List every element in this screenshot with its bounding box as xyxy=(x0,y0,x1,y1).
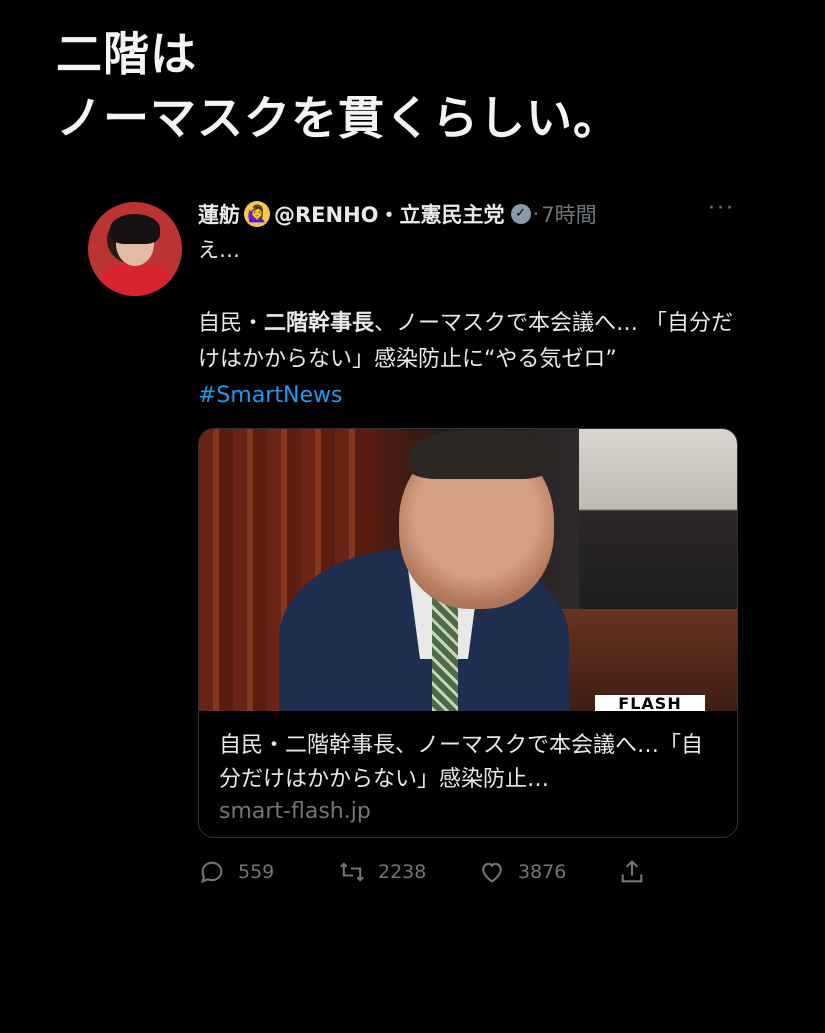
raising-hand-emoji: 🙋‍♀️ xyxy=(244,201,270,227)
hashtag-link[interactable]: #SmartNews xyxy=(198,383,342,408)
card-info: 自民・二階幹事長、ノーマスクで本会議へ…「自分だけはかからない」感染防止… sm… xyxy=(199,711,737,824)
flash-watermark: FLASH xyxy=(595,695,705,711)
card-title: 自民・二階幹事長、ノーマスクで本会議へ…「自分だけはかからない」感染防止… xyxy=(219,733,704,792)
link-card[interactable]: FLASH 自民・二階幹事長、ノーマスクで本会議へ…「自分だけはかからない」感染… xyxy=(198,428,738,838)
card-domain: smart-flash.jp xyxy=(219,799,371,824)
like-count: 3876 xyxy=(518,861,567,883)
tweet-body: 蓮舫 🙋‍♀️ @RENHO・立憲民主党 ✓ · 7時間 ··· え… 自民・二… xyxy=(198,196,743,414)
reply-icon xyxy=(200,861,223,884)
tweet-comment: え… xyxy=(198,238,240,262)
tweet-timestamp[interactable]: 7時間 xyxy=(541,199,596,229)
share-button[interactable] xyxy=(618,858,658,886)
tweet-actions: 559 2238 3876 xyxy=(198,852,658,892)
tweet-text-bold: 二階幹事長 xyxy=(264,311,375,336)
author-handle[interactable]: @RENHO・立憲民主党 xyxy=(274,199,505,229)
tweet-header: 蓮舫 🙋‍♀️ @RENHO・立憲民主党 ✓ · 7時間 xyxy=(198,196,743,232)
tweet-text: 自民・二階幹事長、ノーマスクで本会議へ… 「自分だけはかからない」感染防止に“や… xyxy=(198,306,738,414)
like-button[interactable]: 3876 xyxy=(478,858,618,886)
author-name[interactable]: 蓮舫 xyxy=(198,199,240,229)
card-image[interactable]: FLASH xyxy=(199,429,737,711)
time-separator: · xyxy=(532,202,540,226)
retweet-icon xyxy=(340,862,364,882)
headline-line-1: 二階は xyxy=(56,27,197,81)
reply-button[interactable]: 559 xyxy=(198,858,338,886)
share-icon xyxy=(621,860,643,883)
retweet-button[interactable]: 2238 xyxy=(338,858,478,886)
post-headline: 二階は ノーマスクを貫くらしい。 xyxy=(56,22,620,150)
retweet-count: 2238 xyxy=(378,861,427,883)
tweet-text-part-1: 自民・ xyxy=(198,311,265,336)
verified-badge-icon: ✓ xyxy=(510,204,531,224)
reply-count: 559 xyxy=(238,861,275,883)
heart-icon xyxy=(482,862,502,883)
avatar[interactable] xyxy=(88,202,182,296)
more-options-icon[interactable]: ··· xyxy=(708,196,735,221)
headline-line-2: ノーマスクを貫くらしい。 xyxy=(56,91,620,145)
